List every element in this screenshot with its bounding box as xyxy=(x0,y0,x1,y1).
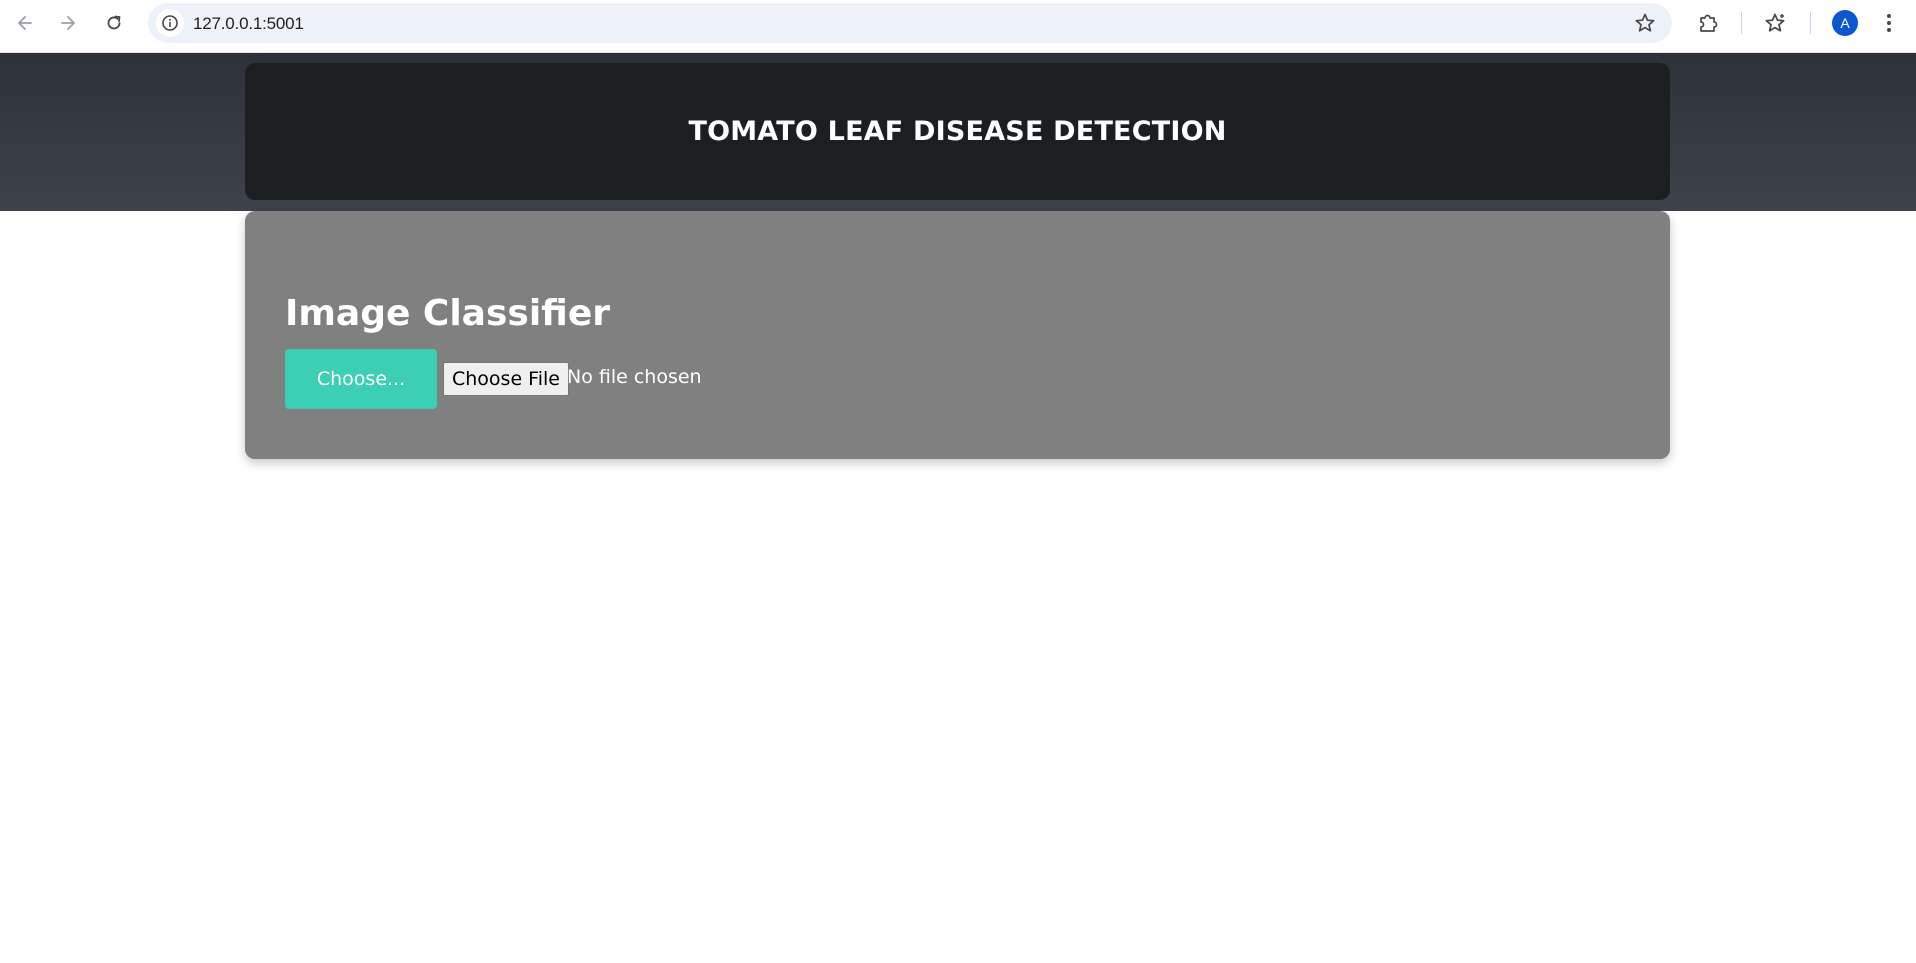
site-info-button[interactable] xyxy=(156,9,184,37)
browser-toolbar: 127.0.0.1:5001 A xyxy=(0,0,1916,53)
title-card: TOMATO LEAF DISEASE DETECTION xyxy=(245,63,1670,200)
reload-button[interactable] xyxy=(99,8,129,38)
arrow-right-icon xyxy=(61,16,75,30)
reload-icon xyxy=(107,15,121,30)
profile-avatar[interactable]: A xyxy=(1832,10,1858,36)
choose-button[interactable]: Choose... xyxy=(285,349,437,409)
file-status-text: No file chosen xyxy=(567,366,702,388)
bookmark-star-icon xyxy=(1765,13,1785,32)
classifier-card: Image Classifier Choose... Choose File N… xyxy=(245,211,1670,459)
toolbar-divider xyxy=(1810,12,1811,34)
star-icon[interactable] xyxy=(1634,12,1656,34)
bookmarks-button[interactable] xyxy=(1762,10,1788,36)
classifier-heading: Image Classifier xyxy=(285,293,611,334)
toolbar-divider xyxy=(1741,12,1742,34)
forward-button[interactable] xyxy=(53,8,83,38)
info-icon xyxy=(162,15,178,31)
url-text[interactable]: 127.0.0.1:5001 xyxy=(193,14,304,34)
puzzle-icon xyxy=(1700,14,1718,32)
browser-menu-button[interactable] xyxy=(1876,10,1902,36)
arrow-left-icon xyxy=(18,16,32,30)
page-title: TOMATO LEAF DISEASE DETECTION xyxy=(688,116,1227,147)
extensions-button[interactable] xyxy=(1695,10,1721,36)
address-bar[interactable]: 127.0.0.1:5001 xyxy=(148,3,1672,43)
back-button[interactable] xyxy=(10,8,40,38)
kebab-menu-icon xyxy=(1887,14,1891,32)
choose-file-button[interactable]: Choose File xyxy=(443,362,569,396)
